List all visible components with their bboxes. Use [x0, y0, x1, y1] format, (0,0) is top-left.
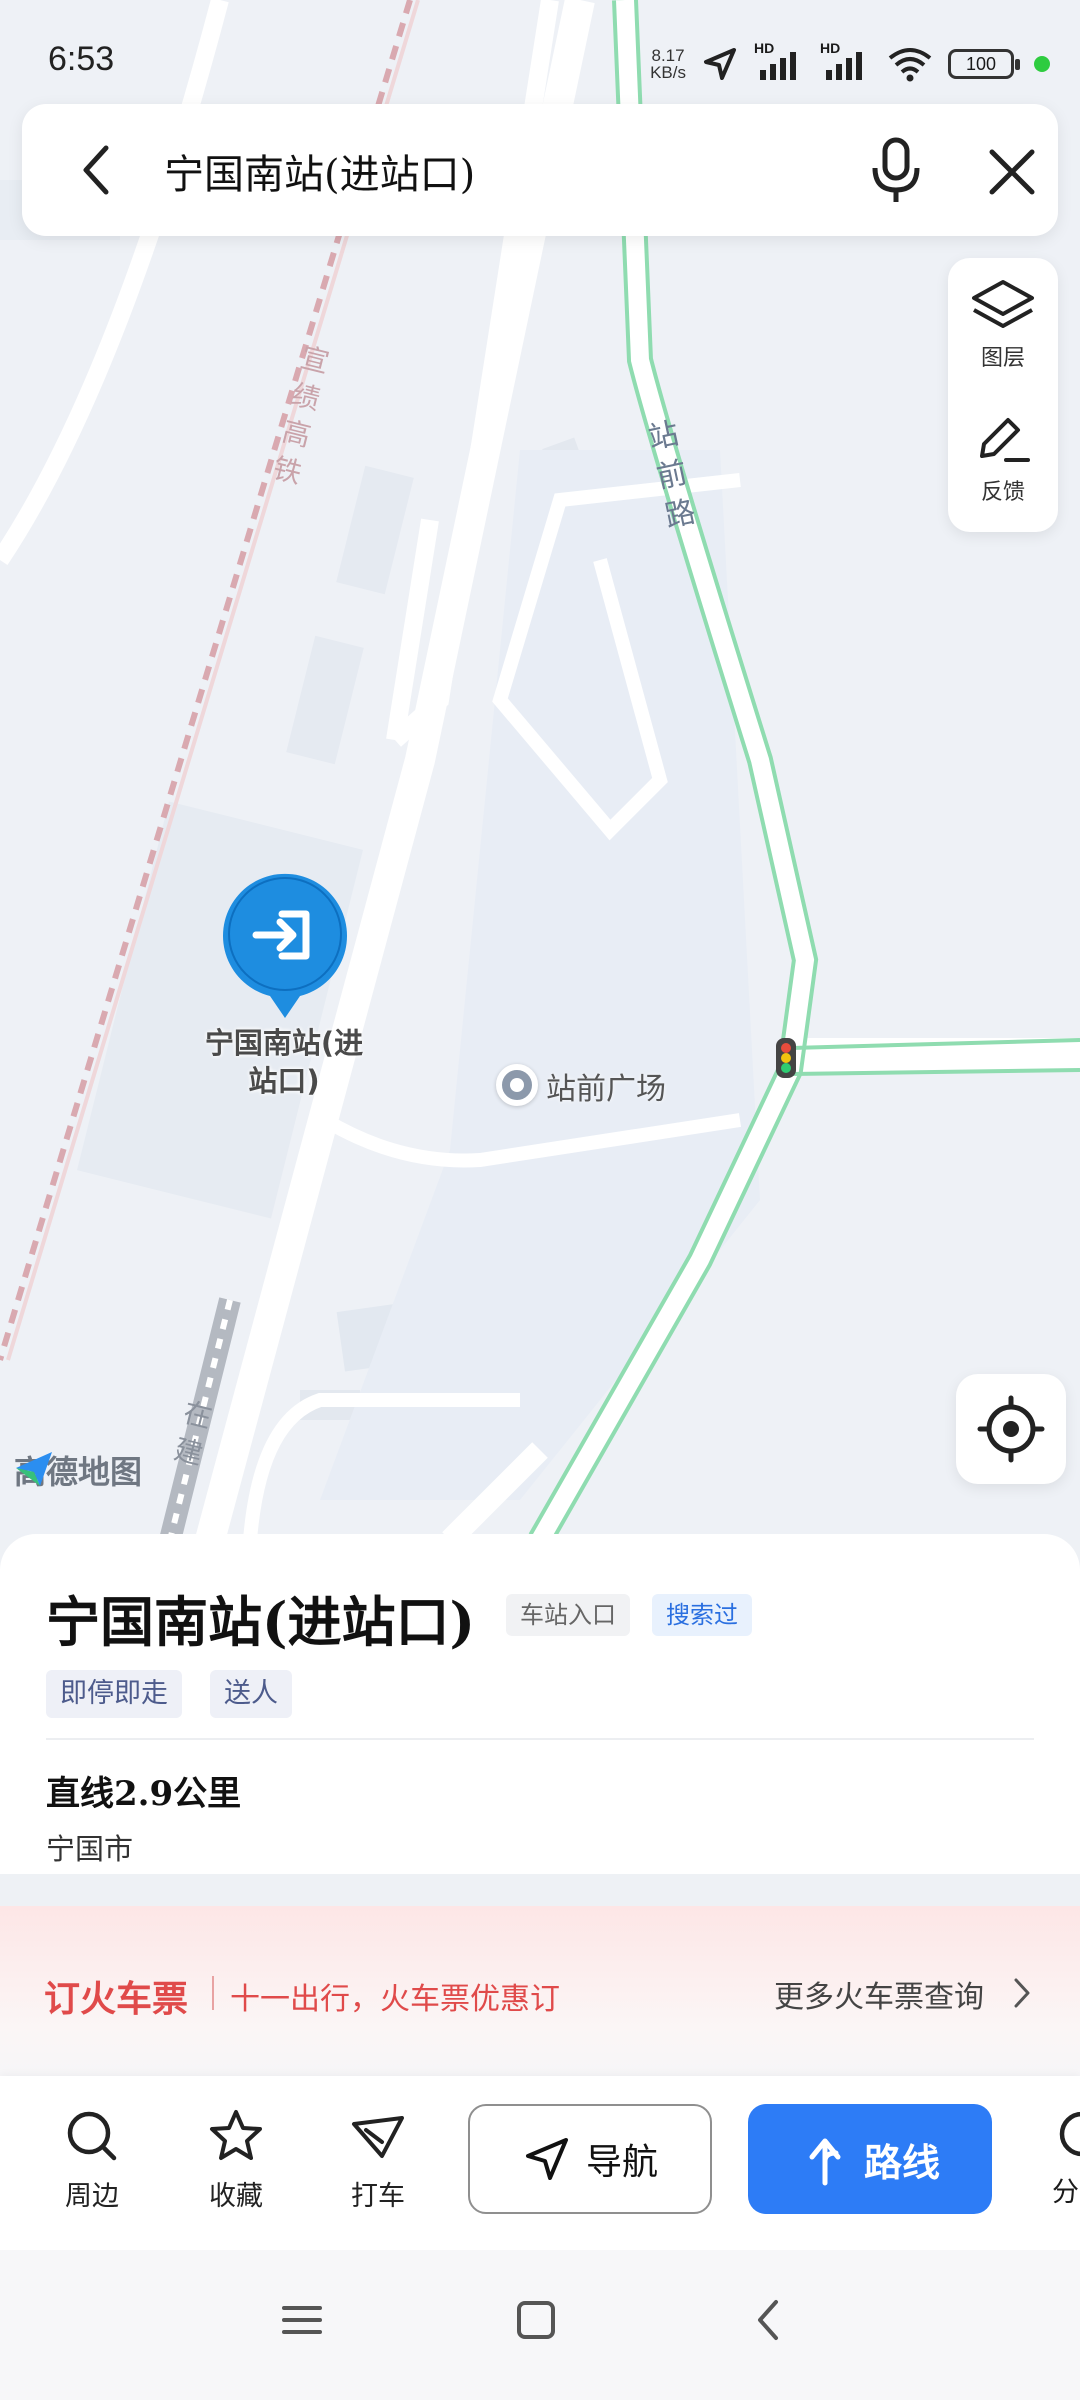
wifi-icon [888, 48, 932, 82]
station-entrance-pin[interactable] [220, 870, 350, 1020]
status-icons: 8.17 KB/s HD HD 100 [650, 38, 1050, 90]
status-bar: 6:53 8.17 KB/s HD HD 100 [0, 0, 1080, 100]
route-button[interactable]: 路线 [748, 2104, 992, 2214]
place-title: 宁国南站(进站口) [46, 1590, 476, 1654]
train-ticket-banner[interactable]: 订火车票 十一出行，火车票优惠订 更多火车票查询 [0, 1906, 1080, 2080]
type-tag: 车站入口 [506, 1594, 630, 1636]
search-query[interactable]: 宁国南站(进站口) [164, 142, 475, 200]
locate-crosshair-icon [977, 1395, 1045, 1463]
share-label: 分 [1052, 2177, 1079, 2208]
more-tickets-link[interactable]: 更多火车票查询 [774, 1972, 984, 2016]
search-icon [67, 2111, 117, 2161]
signal-1-icon: HD [754, 40, 806, 84]
status-time: 6:53 [48, 40, 115, 78]
taxi-label: 打车 [351, 2181, 405, 2212]
nearby-button[interactable]: 周边 [42, 2106, 142, 2213]
place-detail-sheet[interactable]: 宁国南站(进站口) 车站入口 搜索过 即停即走 送人 直线2.9公里 宁国市 [0, 1534, 1080, 1874]
feedback-button[interactable]: 反馈 [948, 410, 1058, 506]
divider [46, 1738, 1034, 1740]
favorite-button[interactable]: 收藏 [186, 2106, 286, 2213]
poi-label: 宁国南站(进 站口) [204, 1026, 364, 1098]
navigation-arrow-icon [525, 2138, 568, 2180]
navigate-label: 导航 [585, 2142, 658, 2183]
back-icon[interactable] [742, 2292, 798, 2348]
edit-pencil-icon [980, 418, 1030, 462]
feature-tag: 送人 [210, 1670, 292, 1718]
signal-2-icon: HD [820, 40, 872, 84]
city-text: 宁国市 [46, 1832, 134, 1866]
plaza-label: 站前广场 [546, 1072, 666, 1107]
route-arrow-icon [809, 2138, 841, 2186]
menu-icon[interactable] [274, 2292, 330, 2348]
ticket-subtitle: 十一出行，火车票优惠订 [230, 1982, 560, 2017]
navigate-button[interactable]: 导航 [468, 2104, 712, 2214]
layers-icon [972, 280, 1034, 328]
route-label: 路线 [863, 2139, 940, 2185]
privacy-indicator-dot [1034, 56, 1050, 72]
network-speed: 8.17 KB/s [650, 46, 686, 82]
close-icon[interactable] [974, 134, 1050, 210]
ticket-title: 订火车票 [44, 1978, 189, 2020]
layers-label: 图层 [980, 346, 1025, 371]
ticket-separator [212, 1976, 214, 2010]
map-tools-panel: 图层 反馈 [948, 258, 1058, 532]
chevron-right-icon [1014, 1978, 1030, 2008]
search-bar[interactable]: 宁国南站(进站口) [22, 104, 1058, 236]
microphone-icon[interactable] [858, 132, 934, 208]
favorite-label: 收藏 [209, 2181, 263, 2212]
nearby-label: 周边 [65, 2181, 119, 2212]
plaza-marker[interactable] [496, 1064, 538, 1106]
battery-icon: 100 [948, 49, 1020, 79]
searched-tag: 搜索过 [652, 1594, 752, 1636]
share-icon [1059, 2111, 1080, 2157]
taxi-button[interactable]: 打车 [328, 2106, 428, 2213]
my-location-button[interactable] [956, 1374, 1066, 1484]
share-button[interactable]: 分 [1052, 2106, 1080, 2209]
home-icon[interactable] [508, 2292, 564, 2348]
taxi-icon [352, 2116, 404, 2158]
star-icon [210, 2110, 262, 2160]
system-navigation-bar [0, 2250, 1080, 2400]
back-arrow-icon[interactable] [62, 134, 134, 206]
amap-logo: 高德地图 [14, 1448, 142, 1492]
location-arrow-icon [704, 48, 736, 80]
action-bar: 周边 收藏 打车 导航 路线 分 [0, 2076, 1080, 2250]
feature-tag: 即停即走 [46, 1670, 182, 1718]
layers-button[interactable]: 图层 [948, 276, 1058, 372]
amap-logo-icon [16, 1452, 52, 1486]
feedback-label: 反馈 [980, 480, 1025, 505]
distance-text: 直线2.9公里 [46, 1774, 242, 1814]
